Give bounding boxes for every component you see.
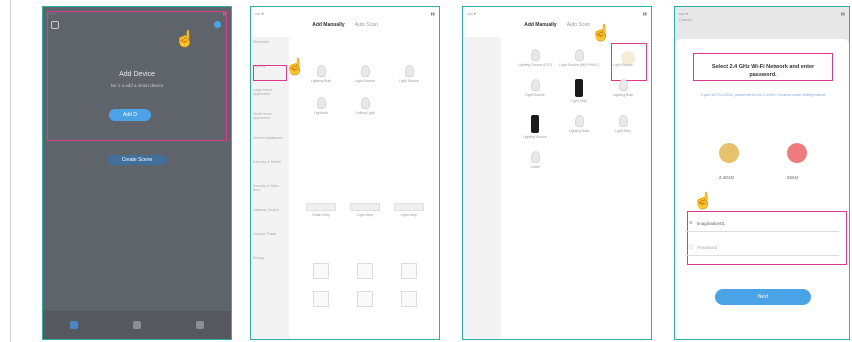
password-field[interactable]: ▢ Password xyxy=(685,239,839,256)
device-grid: Lighting Source (E27) Light Source (Wi-F… xyxy=(513,49,645,169)
tap-hand-icon: ☝ xyxy=(175,31,195,48)
screen-device-grid: •••• ▾ ▮▮ Add Manually Auto Scan ☝ Lighti… xyxy=(462,6,652,340)
device-item[interactable]: Light Strip xyxy=(387,203,431,217)
cancel-link[interactable]: Cancel xyxy=(675,17,849,29)
category-item[interactable]: Kitchen Appliances xyxy=(251,133,289,157)
status-bar: •••• ▾ ▮▮ xyxy=(679,10,845,16)
device-item[interactable]: Lighting Source (E27) xyxy=(513,49,557,67)
category-item[interactable]: Exercise & Health xyxy=(251,157,289,181)
tab-add-manually[interactable]: Add Manually xyxy=(312,22,345,28)
category-item[interactable]: Outdoor Travel xyxy=(251,229,289,253)
device-item[interactable] xyxy=(357,263,373,279)
category-sidebar: Electrician Lighting Large Home Applianc… xyxy=(251,37,289,339)
highlight-box xyxy=(47,11,227,141)
tab-auto-scan[interactable]: Auto Scan xyxy=(355,22,378,28)
tab-bar xyxy=(43,311,231,339)
tab-add-manually[interactable]: Add Manually xyxy=(524,22,557,28)
device-item[interactable]: Light Strip xyxy=(557,79,601,103)
device-item[interactable] xyxy=(401,291,417,307)
device-item[interactable]: Outlet xyxy=(513,151,557,169)
wifi-icon: ≋ xyxy=(689,220,693,225)
router-ok-icon xyxy=(719,143,739,163)
wifi-description: If your Wi-Fi is 5GHz, please set it to … xyxy=(700,93,826,97)
router-no-icon xyxy=(787,143,807,163)
category-item[interactable]: Electrician xyxy=(251,37,289,61)
status-bar: •••• ▾ ▮▮ xyxy=(255,10,435,16)
lock-icon: ▢ xyxy=(689,244,694,249)
device-item[interactable] xyxy=(313,263,329,279)
create-scene-button[interactable]: Create Scene xyxy=(107,155,167,165)
device-item[interactable]: Light Source xyxy=(601,49,645,67)
box-grid xyxy=(313,263,439,307)
status-bar: •••• ▾ ▮▮ xyxy=(467,10,647,16)
screen-add-device: •••• ▾ ▮▮ Add Device No 1 a add a smart d… xyxy=(42,6,232,340)
tab-header: Add Manually Auto Scan xyxy=(463,19,651,31)
device-item[interactable]: Light Source xyxy=(387,65,431,83)
band-24: 2.4GHz xyxy=(719,175,735,180)
device-item[interactable] xyxy=(313,291,329,307)
profile-tab-icon[interactable] xyxy=(195,321,204,329)
device-item[interactable]: Ceiling Light xyxy=(343,97,387,115)
category-item[interactable]: Security & Video Surv. xyxy=(251,181,289,205)
device-item[interactable]: Lighting Bulb xyxy=(299,65,343,83)
device-item[interactable]: Lighting Bulb xyxy=(601,79,645,103)
highlight-box xyxy=(253,65,287,81)
tap-hand-icon: ☝ xyxy=(591,25,611,42)
device-item[interactable]: Light Source (Wi-Fi+BLE) xyxy=(557,49,601,67)
ssid-field[interactable]: ≋ Imagination01 xyxy=(685,215,839,232)
scene-tab-icon[interactable] xyxy=(132,321,141,329)
device-item[interactable] xyxy=(357,291,373,307)
strip-grid: Smart Strip Light Strip Light Strip xyxy=(299,203,431,217)
device-item[interactable]: Light Source xyxy=(513,79,557,103)
screen-wifi-setup: •••• ▾ ▮▮ Cancel Select 2.4 GHz Wi-Fi Net… xyxy=(674,6,850,340)
device-item[interactable]: Smart Strip xyxy=(299,203,343,217)
category-item[interactable]: Energy xyxy=(251,253,289,277)
device-item[interactable]: Lighting Bulb xyxy=(557,115,601,139)
category-item[interactable]: Small Home Appliances xyxy=(251,109,289,133)
band-5: 5GHz xyxy=(787,175,799,180)
next-button[interactable]: Next xyxy=(715,289,811,305)
device-item[interactable]: Light Strip xyxy=(601,115,645,139)
device-item[interactable]: Light Source xyxy=(343,65,387,83)
device-item[interactable]: Lighting Source xyxy=(513,115,557,139)
category-item[interactable]: Large Home Appliances xyxy=(251,85,289,109)
category-item[interactable]: Gateway Control xyxy=(251,205,289,229)
device-item[interactable]: Lightbulb xyxy=(299,97,343,115)
tab-auto-scan[interactable]: Auto Scan xyxy=(567,22,590,28)
device-grid: Lighting Bulb Light Source Light Source … xyxy=(299,65,431,115)
tab-header: Add Manually Auto Scan xyxy=(251,19,439,31)
separator-line xyxy=(10,0,11,342)
wifi-title: Select 2.4 GHz Wi-Fi Network and enter p… xyxy=(711,64,815,78)
device-item[interactable]: Light Strip xyxy=(343,203,387,217)
category-sidebar xyxy=(463,37,501,339)
screen-add-manually: •••• ▾ ▮▮ Add Manually Auto Scan Electric… xyxy=(250,6,440,340)
tap-hand-icon: ☝ xyxy=(693,193,713,210)
device-item[interactable] xyxy=(401,263,417,279)
home-tab-icon[interactable] xyxy=(70,321,79,329)
